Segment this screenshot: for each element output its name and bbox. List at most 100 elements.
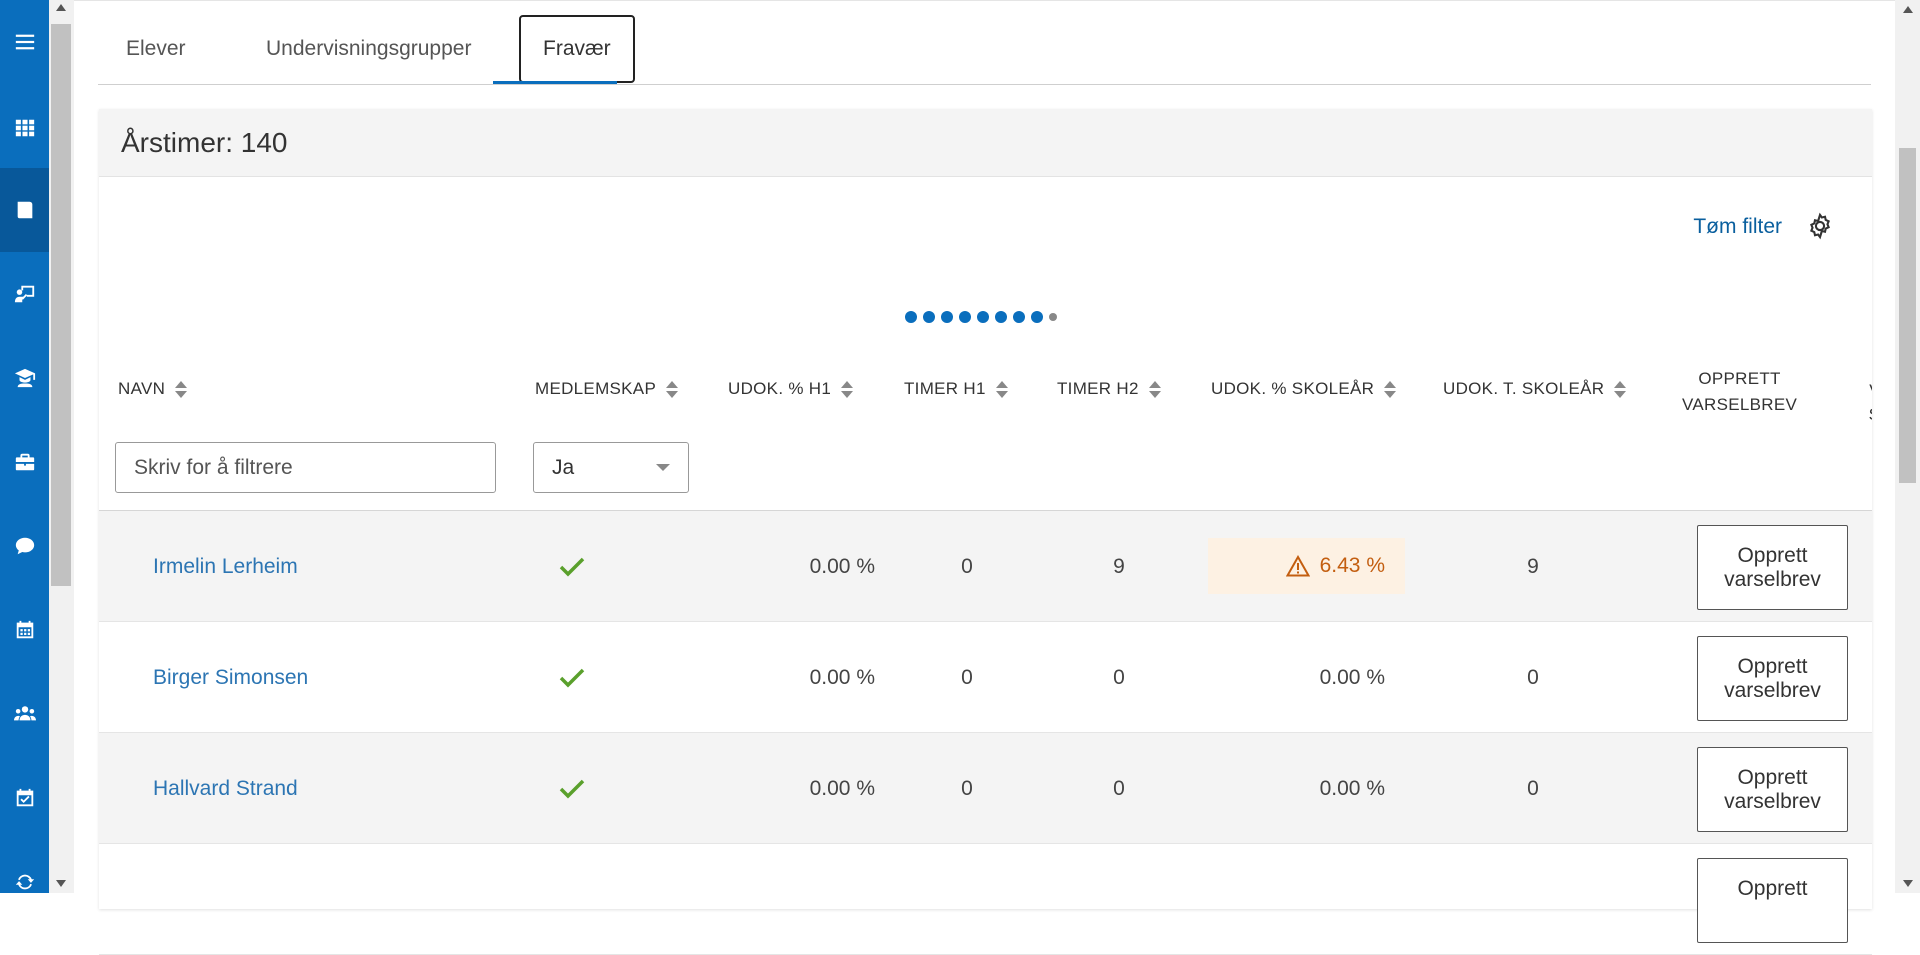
menu-icon[interactable] [0,0,49,84]
tab-bar: Elever Undervisningsgrupper Fravær [98,13,1871,85]
right-scrollbar[interactable] [1895,0,1920,893]
udok-t-skolear-value: 0 [1527,665,1539,689]
timer-h2-value: 9 [1113,554,1125,578]
udok-t-skolear-value: 0 [1527,776,1539,800]
table-row: Birger Simonsen 0.00 % 0 0 0.00 % 0 Oppr… [99,622,1872,733]
student-name-link[interactable]: Birger Simonsen [153,666,308,690]
create-warning-letter-button[interactable]: Opprett [1697,858,1848,943]
name-filter-input[interactable]: Skriv for å filtrere [115,442,496,493]
sort-icon[interactable] [995,380,1008,398]
student-icon[interactable] [0,336,49,420]
check-icon [559,668,585,687]
column-header-label: TIMER H1 [904,379,986,398]
timer-h2-value: 0 [1113,665,1125,689]
timer-h2-value: 0 [1113,776,1125,800]
carousel-dot[interactable] [1013,311,1025,323]
carousel-dot[interactable] [923,311,935,323]
users-icon[interactable] [0,672,49,756]
table-row: Opprett [99,844,1872,955]
main-content: Elever Undervisningsgrupper Fravær Årsti… [74,0,1895,955]
column-header-udok-t-skolear[interactable]: UDOK. T. SKOLEÅR [1443,379,1627,399]
table-row: Irmelin Lerheim 0.00 % 0 9 6.43 % 9 Oppr… [99,511,1872,622]
carousel-dot[interactable] [977,311,989,323]
column-header-timer-h1[interactable]: TIMER H1 [904,379,1008,399]
tab-undervisningsgrupper[interactable]: Undervisningsgrupper [266,15,471,83]
create-warning-letter-button[interactable]: Opprett varselbrev [1697,747,1848,832]
udok-skolear-value: 0.00 % [1319,776,1385,800]
udok-h1-value: 0.00 % [809,665,875,689]
create-warning-letter-button[interactable]: Opprett varselbrev [1697,525,1848,610]
sort-icon[interactable] [1614,380,1627,398]
timer-h1-value: 0 [961,554,973,578]
tab-elever[interactable]: Elever [126,15,186,83]
table-row: Hallvard Strand 0.00 % 0 0 0.00 % 0 Oppr… [99,733,1872,844]
column-header-clipped: S VA SE [1855,355,1872,445]
sort-icon[interactable] [666,380,679,398]
carousel-dot[interactable] [941,311,953,323]
udok-skolear-value: 6.43 % [1319,554,1385,577]
create-warning-letter-button[interactable]: Opprett varselbrev [1697,636,1848,721]
membership-filter-select[interactable]: Ja [533,442,689,493]
scroll-up-arrow-icon[interactable] [1903,6,1913,13]
carousel-dot[interactable] [959,311,971,323]
sync-icon[interactable] [0,840,49,924]
sort-icon[interactable] [175,380,188,398]
tab-fravaer[interactable]: Fravær [519,15,635,83]
column-header-label: UDOK. % SKOLEÅR [1211,379,1375,398]
book-icon[interactable] [0,168,49,252]
teacher-board-icon[interactable] [0,252,49,336]
column-header-label: UDOK. T. SKOLEÅR [1443,379,1605,398]
calendar-check-icon[interactable] [0,756,49,840]
student-name-link[interactable]: Hallvard Strand [153,777,298,801]
grid-icon[interactable] [0,86,49,170]
left-scrollbar[interactable] [49,0,74,893]
briefcase-icon[interactable] [0,420,49,504]
check-icon [559,557,585,576]
column-header-udok-skolear[interactable]: UDOK. % SKOLEÅR [1211,379,1397,399]
scrollbar-thumb[interactable] [1899,148,1916,483]
scrollbar-thumb[interactable] [51,24,71,586]
carousel-dot[interactable] [1049,313,1057,321]
sidebar [0,0,49,893]
column-header-name[interactable]: NAVN [118,379,188,399]
udok-h1-value: 0.00 % [809,554,875,578]
udok-skolear-warning: 6.43 % [1208,538,1405,594]
column-header-udok-h1[interactable]: UDOK. % H1 [728,379,854,399]
carousel-dot[interactable] [1031,311,1043,323]
sort-icon[interactable] [1148,380,1161,398]
column-header-label: SE [1855,403,1872,427]
column-header-label: VA [1855,379,1872,403]
calendar-icon[interactable] [0,588,49,672]
gear-icon[interactable] [1806,212,1834,240]
sort-icon[interactable] [1384,380,1397,398]
student-name-link[interactable]: Irmelin Lerheim [153,555,298,579]
check-icon [559,779,585,798]
column-header-label: NAVN [118,379,166,398]
carousel-dot[interactable] [905,311,917,323]
warning-icon [1285,555,1310,577]
column-header-membership[interactable]: MEDLEMSKAP [535,379,679,399]
udok-t-skolear-value: 9 [1527,554,1539,578]
scroll-up-arrow-icon[interactable] [56,4,66,11]
absence-panel: Årstimer: 140 Tøm filter NAVN MEDLEMSKAP [99,109,1872,955]
udok-skolear-value: 0.00 % [1319,665,1385,689]
membership-filter-value: Ja [552,455,575,479]
student-table-body: Irmelin Lerheim 0.00 % 0 9 6.43 % 9 Oppr… [99,510,1872,955]
sort-icon[interactable] [841,380,854,398]
column-header-label: VARSELBREV [1682,395,1798,414]
timer-h1-value: 0 [961,776,973,800]
column-header-timer-h2[interactable]: TIMER H2 [1057,379,1161,399]
clear-filter-link[interactable]: Tøm filter [1693,215,1782,239]
active-tab-indicator [493,81,617,84]
column-header-label: S [1855,355,1872,379]
chat-icon[interactable] [0,504,49,588]
carousel-dot[interactable] [995,311,1007,323]
column-header-label: MEDLEMSKAP [535,379,657,398]
scroll-down-arrow-icon[interactable] [1903,880,1913,887]
column-header-label: TIMER H2 [1057,379,1139,398]
column-header-label: UDOK. % H1 [728,379,832,398]
scroll-down-arrow-icon[interactable] [56,880,66,887]
column-header-label: OPPRETT [1698,369,1781,388]
carousel-dots [905,311,1057,323]
column-header-create-letter: OPPRETT VARSELBREV [1682,367,1797,417]
